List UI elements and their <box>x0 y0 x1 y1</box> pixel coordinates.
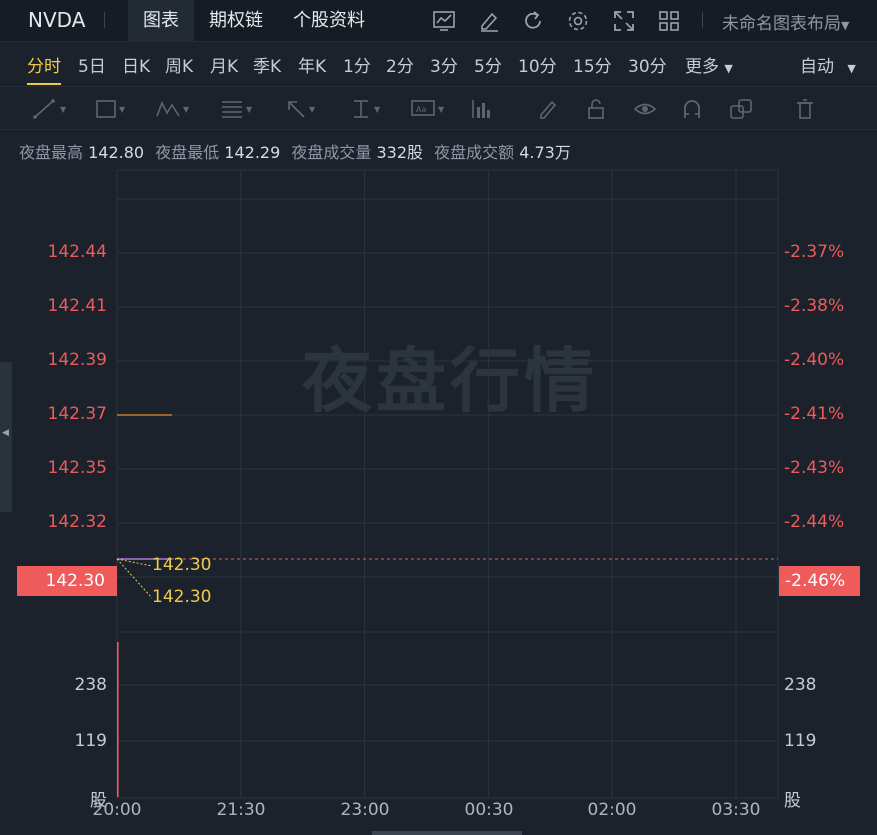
volume-tick: 238 <box>74 675 107 695</box>
collapse-sidebar-handle[interactable]: ◀ <box>0 362 12 512</box>
time-tick: 20:00 <box>92 800 142 820</box>
callout-leader-high <box>116 558 153 567</box>
price-tick: 142.32 <box>47 512 107 532</box>
volume-unit: 股 <box>784 791 801 811</box>
percent-tick: -2.41% <box>784 404 845 424</box>
time-tick: 02:00 <box>587 800 637 820</box>
current-percent-badge: -2.46% <box>779 566 860 596</box>
volume-tick: 238 <box>784 675 817 695</box>
price-callout-low: 142.30 <box>152 587 212 607</box>
volume-bar <box>117 642 119 797</box>
plot-frame <box>116 169 779 799</box>
volume-tick: 119 <box>74 731 107 751</box>
percent-tick: -2.44% <box>784 512 845 532</box>
volume-tick: 119 <box>784 731 817 751</box>
current-price-badge: 142.30 <box>17 566 117 596</box>
percent-tick: -2.37% <box>784 242 845 262</box>
time-tick: 21:30 <box>216 800 266 820</box>
percent-tick: -2.43% <box>784 458 845 478</box>
price-tick: 142.37 <box>47 404 107 424</box>
price-tick: 142.44 <box>47 242 107 262</box>
price-callout-high: 142.30 <box>152 555 212 575</box>
price-tick: 142.39 <box>47 350 107 370</box>
time-tick: 03:30 <box>711 800 761 820</box>
time-tick: 23:00 <box>340 800 390 820</box>
percent-tick: -2.38% <box>784 296 845 316</box>
caret-left-icon: ◀ <box>2 428 9 438</box>
time-tick: 00:30 <box>464 800 514 820</box>
price-tick: 142.41 <box>47 296 107 316</box>
callout-leader-low <box>116 558 153 599</box>
chart-watermark: 夜盘行情 <box>302 340 598 422</box>
price-tick: 142.35 <box>47 458 107 478</box>
percent-tick: -2.40% <box>784 350 845 370</box>
horizontal-scrollbar[interactable] <box>372 831 522 835</box>
